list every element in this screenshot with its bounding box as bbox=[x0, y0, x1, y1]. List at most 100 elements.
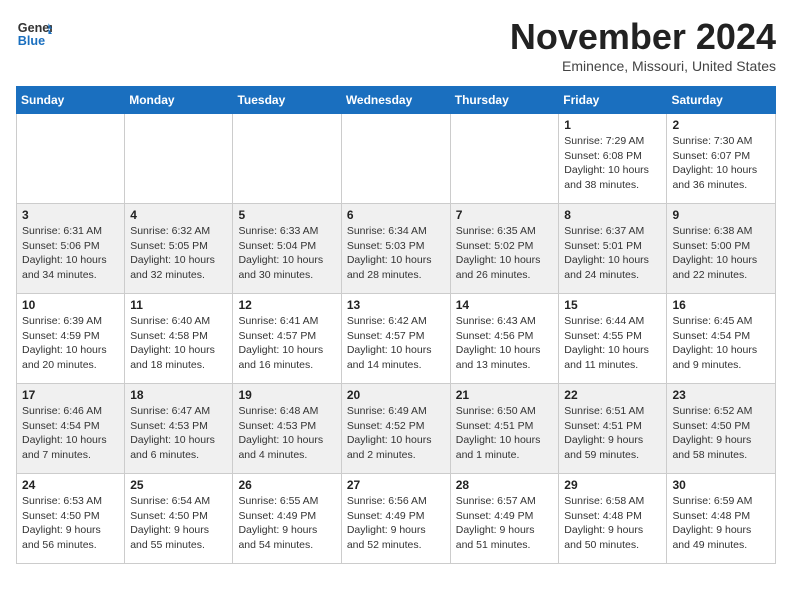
day-info: Sunrise: 6:38 AM Sunset: 5:00 PM Dayligh… bbox=[672, 224, 770, 283]
day-info: Sunrise: 6:54 AM Sunset: 4:50 PM Dayligh… bbox=[130, 494, 227, 553]
calendar-cell bbox=[450, 114, 559, 204]
day-info: Sunrise: 6:41 AM Sunset: 4:57 PM Dayligh… bbox=[238, 314, 335, 373]
header: General Blue November 2024 Eminence, Mis… bbox=[16, 16, 776, 74]
day-info: Sunrise: 6:32 AM Sunset: 5:05 PM Dayligh… bbox=[130, 224, 227, 283]
day-number: 9 bbox=[672, 208, 770, 222]
day-number: 22 bbox=[564, 388, 661, 402]
calendar-week-1: 1 Sunrise: 7:29 AM Sunset: 6:08 PM Daylig… bbox=[17, 114, 776, 204]
calendar-cell bbox=[233, 114, 341, 204]
day-number: 12 bbox=[238, 298, 335, 312]
day-number: 8 bbox=[564, 208, 661, 222]
day-number: 11 bbox=[130, 298, 227, 312]
calendar-cell: 12 Sunrise: 6:41 AM Sunset: 4:57 PM Dayli… bbox=[233, 294, 341, 384]
calendar-cell: 18 Sunrise: 6:47 AM Sunset: 4:53 PM Dayli… bbox=[125, 384, 233, 474]
calendar-cell: 29 Sunrise: 6:58 AM Sunset: 4:48 PM Dayli… bbox=[559, 474, 667, 564]
day-number: 14 bbox=[456, 298, 554, 312]
day-info: Sunrise: 6:33 AM Sunset: 5:04 PM Dayligh… bbox=[238, 224, 335, 283]
calendar-cell: 28 Sunrise: 6:57 AM Sunset: 4:49 PM Dayli… bbox=[450, 474, 559, 564]
weekday-header-tuesday: Tuesday bbox=[233, 87, 341, 114]
day-number: 26 bbox=[238, 478, 335, 492]
calendar-week-3: 10 Sunrise: 6:39 AM Sunset: 4:59 PM Dayli… bbox=[17, 294, 776, 384]
calendar-cell: 17 Sunrise: 6:46 AM Sunset: 4:54 PM Dayli… bbox=[17, 384, 125, 474]
day-info: Sunrise: 6:42 AM Sunset: 4:57 PM Dayligh… bbox=[347, 314, 445, 373]
calendar-cell: 11 Sunrise: 6:40 AM Sunset: 4:58 PM Dayli… bbox=[125, 294, 233, 384]
calendar-cell: 16Sunrise: 6:45 AM Sunset: 4:54 PM Dayli… bbox=[667, 294, 776, 384]
day-number: 6 bbox=[347, 208, 445, 222]
day-number: 17 bbox=[22, 388, 119, 402]
day-number: 30 bbox=[672, 478, 770, 492]
day-number: 27 bbox=[347, 478, 445, 492]
day-info: Sunrise: 6:43 AM Sunset: 4:56 PM Dayligh… bbox=[456, 314, 554, 373]
calendar-cell: 10 Sunrise: 6:39 AM Sunset: 4:59 PM Dayli… bbox=[17, 294, 125, 384]
day-number: 15 bbox=[564, 298, 661, 312]
day-info: Sunrise: 6:58 AM Sunset: 4:48 PM Dayligh… bbox=[564, 494, 661, 553]
day-info: Sunrise: 7:30 AM Sunset: 6:07 PM Dayligh… bbox=[672, 134, 770, 193]
month-title: November 2024 bbox=[510, 16, 776, 58]
day-number: 28 bbox=[456, 478, 554, 492]
calendar-cell: 24 Sunrise: 6:53 AM Sunset: 4:50 PM Dayli… bbox=[17, 474, 125, 564]
day-info: Sunrise: 6:48 AM Sunset: 4:53 PM Dayligh… bbox=[238, 404, 335, 463]
day-number: 10 bbox=[22, 298, 119, 312]
weekday-header-thursday: Thursday bbox=[450, 87, 559, 114]
day-info: Sunrise: 6:49 AM Sunset: 4:52 PM Dayligh… bbox=[347, 404, 445, 463]
calendar-table: SundayMondayTuesdayWednesdayThursdayFrid… bbox=[16, 86, 776, 564]
weekday-header-wednesday: Wednesday bbox=[341, 87, 450, 114]
day-number: 21 bbox=[456, 388, 554, 402]
calendar-week-2: 3 Sunrise: 6:31 AM Sunset: 5:06 PM Daylig… bbox=[17, 204, 776, 294]
calendar-cell bbox=[125, 114, 233, 204]
logo: General Blue bbox=[16, 16, 52, 52]
day-info: Sunrise: 6:35 AM Sunset: 5:02 PM Dayligh… bbox=[456, 224, 554, 283]
calendar-cell bbox=[341, 114, 450, 204]
day-info: Sunrise: 6:51 AM Sunset: 4:51 PM Dayligh… bbox=[564, 404, 661, 463]
calendar-week-5: 24 Sunrise: 6:53 AM Sunset: 4:50 PM Dayli… bbox=[17, 474, 776, 564]
calendar-cell: 21 Sunrise: 6:50 AM Sunset: 4:51 PM Dayli… bbox=[450, 384, 559, 474]
calendar-cell: 3 Sunrise: 6:31 AM Sunset: 5:06 PM Daylig… bbox=[17, 204, 125, 294]
calendar-cell: 15 Sunrise: 6:44 AM Sunset: 4:55 PM Dayli… bbox=[559, 294, 667, 384]
title-block: November 2024 Eminence, Missouri, United… bbox=[510, 16, 776, 74]
day-info: Sunrise: 6:56 AM Sunset: 4:49 PM Dayligh… bbox=[347, 494, 445, 553]
calendar-cell: 6Sunrise: 6:34 AM Sunset: 5:03 PM Daylig… bbox=[341, 204, 450, 294]
day-number: 25 bbox=[130, 478, 227, 492]
day-number: 3 bbox=[22, 208, 119, 222]
day-info: Sunrise: 6:44 AM Sunset: 4:55 PM Dayligh… bbox=[564, 314, 661, 373]
day-number: 19 bbox=[238, 388, 335, 402]
day-number: 1 bbox=[564, 118, 661, 132]
calendar-cell: 30 Sunrise: 6:59 AM Sunset: 4:48 PM Dayli… bbox=[667, 474, 776, 564]
day-info: Sunrise: 6:57 AM Sunset: 4:49 PM Dayligh… bbox=[456, 494, 554, 553]
svg-text:Blue: Blue bbox=[18, 34, 45, 48]
day-info: Sunrise: 6:53 AM Sunset: 4:50 PM Dayligh… bbox=[22, 494, 119, 553]
day-number: 23 bbox=[672, 388, 770, 402]
day-info: Sunrise: 6:31 AM Sunset: 5:06 PM Dayligh… bbox=[22, 224, 119, 283]
day-number: 18 bbox=[130, 388, 227, 402]
calendar-cell: 19 Sunrise: 6:48 AM Sunset: 4:53 PM Dayli… bbox=[233, 384, 341, 474]
day-info: Sunrise: 6:40 AM Sunset: 4:58 PM Dayligh… bbox=[130, 314, 227, 373]
calendar-cell: 26Sunrise: 6:55 AM Sunset: 4:49 PM Dayli… bbox=[233, 474, 341, 564]
calendar-cell: 13Sunrise: 6:42 AM Sunset: 4:57 PM Dayli… bbox=[341, 294, 450, 384]
calendar-cell: 22 Sunrise: 6:51 AM Sunset: 4:51 PM Dayli… bbox=[559, 384, 667, 474]
calendar-cell: 25 Sunrise: 6:54 AM Sunset: 4:50 PM Dayli… bbox=[125, 474, 233, 564]
day-number: 24 bbox=[22, 478, 119, 492]
day-info: Sunrise: 6:52 AM Sunset: 4:50 PM Dayligh… bbox=[672, 404, 770, 463]
day-number: 16 bbox=[672, 298, 770, 312]
calendar-cell: 27 Sunrise: 6:56 AM Sunset: 4:49 PM Dayli… bbox=[341, 474, 450, 564]
logo-icon: General Blue bbox=[16, 16, 52, 52]
day-info: Sunrise: 6:47 AM Sunset: 4:53 PM Dayligh… bbox=[130, 404, 227, 463]
calendar-cell: 2 Sunrise: 7:30 AM Sunset: 6:07 PM Daylig… bbox=[667, 114, 776, 204]
day-number: 29 bbox=[564, 478, 661, 492]
day-info: Sunrise: 6:37 AM Sunset: 5:01 PM Dayligh… bbox=[564, 224, 661, 283]
calendar-header-row: SundayMondayTuesdayWednesdayThursdayFrid… bbox=[17, 87, 776, 114]
calendar-cell: 9 Sunrise: 6:38 AM Sunset: 5:00 PM Daylig… bbox=[667, 204, 776, 294]
day-info: Sunrise: 6:46 AM Sunset: 4:54 PM Dayligh… bbox=[22, 404, 119, 463]
weekday-header-saturday: Saturday bbox=[667, 87, 776, 114]
day-info: Sunrise: 6:39 AM Sunset: 4:59 PM Dayligh… bbox=[22, 314, 119, 373]
calendar-cell: 8 Sunrise: 6:37 AM Sunset: 5:01 PM Daylig… bbox=[559, 204, 667, 294]
day-info: Sunrise: 6:50 AM Sunset: 4:51 PM Dayligh… bbox=[456, 404, 554, 463]
location-subtitle: Eminence, Missouri, United States bbox=[510, 58, 776, 74]
day-info: Sunrise: 6:59 AM Sunset: 4:48 PM Dayligh… bbox=[672, 494, 770, 553]
day-number: 4 bbox=[130, 208, 227, 222]
day-number: 2 bbox=[672, 118, 770, 132]
day-number: 20 bbox=[347, 388, 445, 402]
day-info: Sunrise: 7:29 AM Sunset: 6:08 PM Dayligh… bbox=[564, 134, 661, 193]
weekday-header-monday: Monday bbox=[125, 87, 233, 114]
calendar-cell bbox=[17, 114, 125, 204]
